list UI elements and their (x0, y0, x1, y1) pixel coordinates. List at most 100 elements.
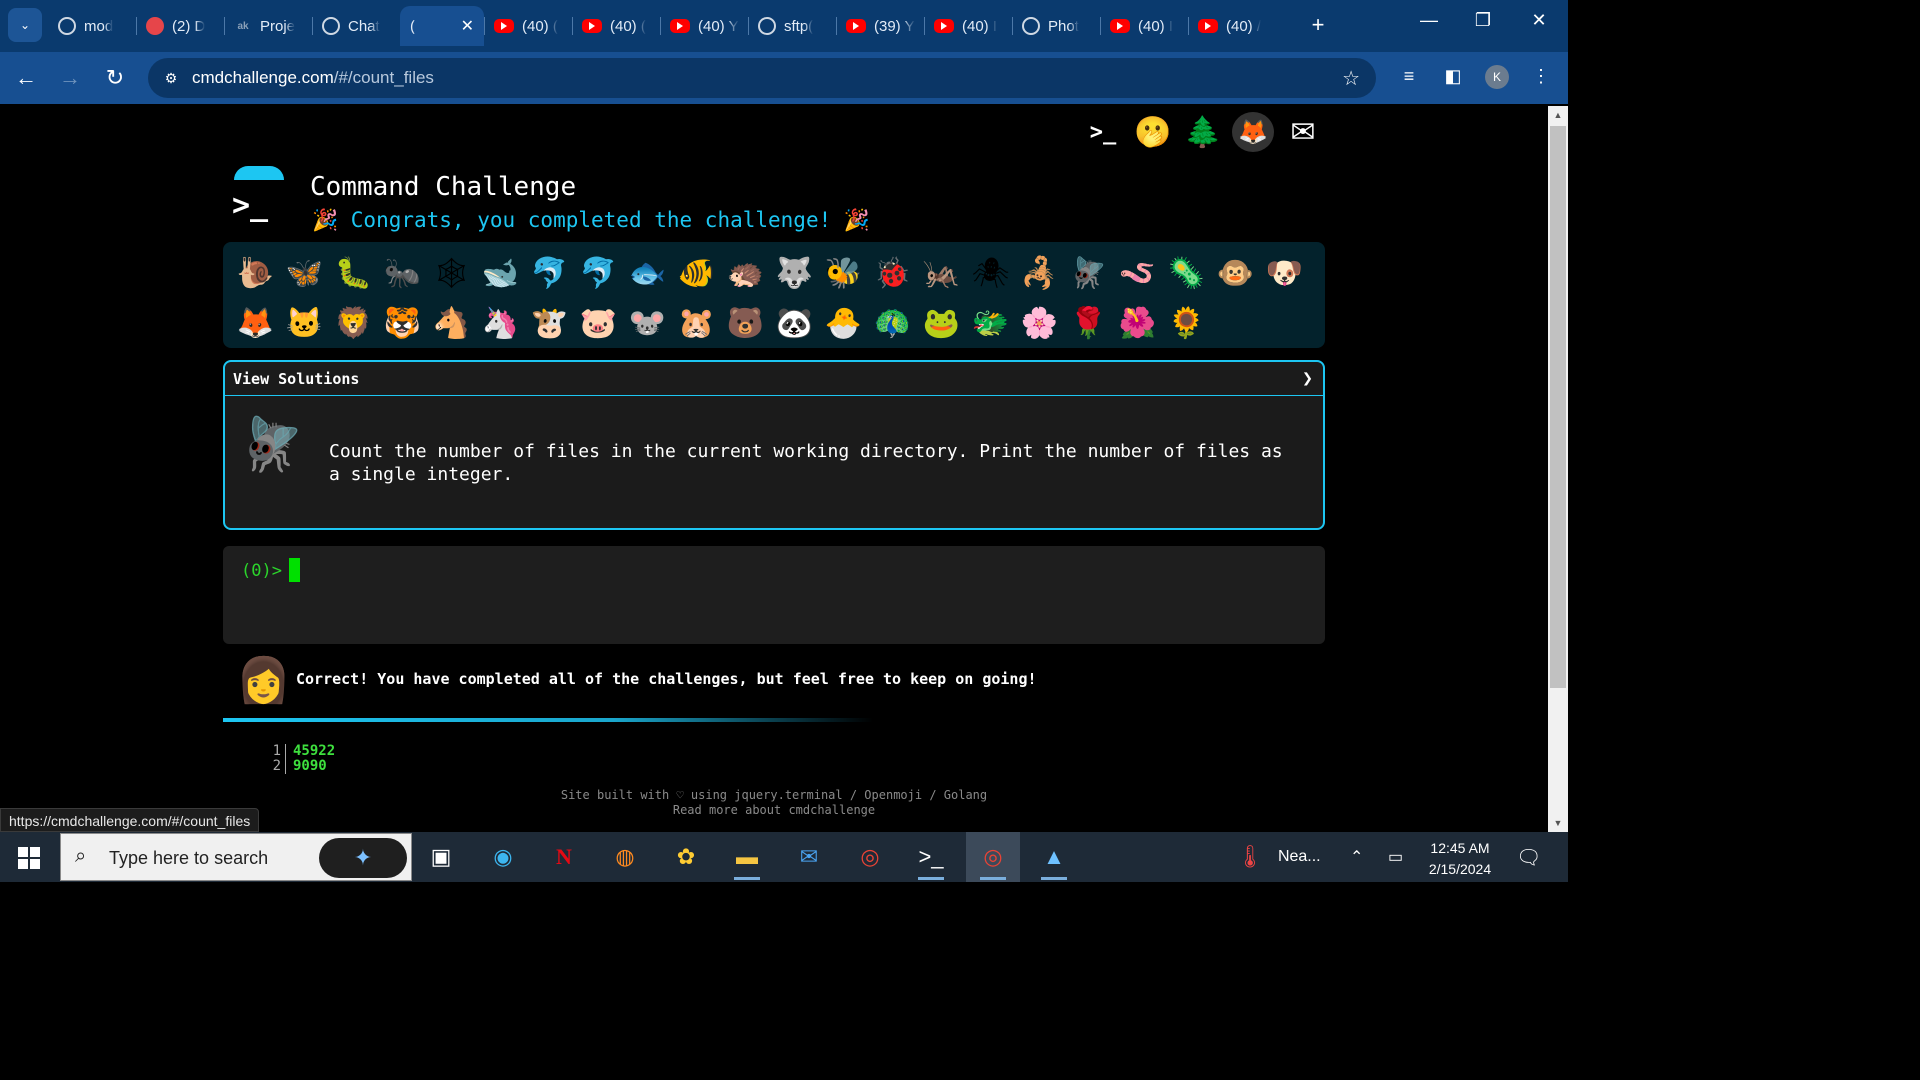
challenge-badge-icon[interactable]: 🐬 (574, 249, 623, 297)
browser-tab[interactable]: (40) Y (660, 6, 748, 46)
challenge-badge-icon[interactable]: 🦚 (868, 299, 917, 347)
task-view-icon[interactable]: ▣ (414, 832, 468, 882)
challenge-badge-icon[interactable]: 🐛 (329, 249, 378, 297)
notifications-icon[interactable]: 🗨 (1516, 832, 1541, 882)
challenge-badge-icon[interactable]: 🦊 (231, 299, 280, 347)
windows-start-icon[interactable] (18, 847, 40, 869)
edge-icon[interactable]: ◉ (476, 832, 530, 882)
firefox-icon[interactable]: ◍ (598, 832, 652, 882)
challenge-badge-icon[interactable]: 🐮 (525, 299, 574, 347)
browser-tab[interactable]: (40) I (1100, 6, 1188, 46)
challenge-badge-icon[interactable]: 🦂 (1015, 249, 1064, 297)
challenge-badge-icon[interactable]: 🐋 (476, 249, 525, 297)
challenge-badge-icon[interactable]: 🪰 (1064, 249, 1113, 297)
shushing-face-icon[interactable]: 🫢 (1132, 112, 1174, 152)
display-icon[interactable]: ▭ (1388, 832, 1403, 882)
challenge-badge-icon[interactable]: 🌹 (1064, 299, 1113, 347)
challenge-badge-icon[interactable]: 🦗 (917, 249, 966, 297)
reload-button[interactable]: ↻ (101, 64, 129, 92)
site-logo[interactable]: >_ (232, 166, 288, 223)
challenge-badge-icon[interactable]: 🦁 (329, 299, 378, 347)
challenge-badge-icon[interactable]: 🌸 (1015, 299, 1064, 347)
forward-button[interactable]: → (56, 64, 84, 92)
challenge-badge-icon[interactable]: 🦄 (476, 299, 525, 347)
browser-tab[interactable]: (2) D (136, 6, 224, 46)
close-tab-icon[interactable]: ✕ (461, 16, 474, 36)
browser-tab[interactable]: sftp( (748, 6, 836, 46)
challenge-badge-icon[interactable]: 🦠 (1162, 249, 1211, 297)
challenge-badge-icon[interactable]: 🌻 (1162, 299, 1211, 347)
profile-avatar[interactable]: K (1485, 65, 1509, 89)
chevron-right-icon[interactable]: ❯ (1302, 368, 1313, 389)
challenge-badge-icon[interactable]: 🐼 (770, 299, 819, 347)
challenge-badge-icon[interactable]: 🐭 (623, 299, 672, 347)
new-tab-button[interactable]: + (1304, 12, 1332, 40)
chrome-profile-icon[interactable]: ◎ (966, 832, 1020, 882)
browser-tab[interactable]: (40) ( (484, 6, 572, 46)
footer-credits[interactable]: Site built with ♡ using jquery.terminal … (0, 788, 1548, 803)
challenge-badge-icon[interactable]: 🪱 (1113, 249, 1162, 297)
site-settings-icon[interactable]: ⚙ (160, 67, 182, 89)
challenge-badge-icon[interactable]: 🐴 (427, 299, 476, 347)
browser-tab[interactable]: >_(✕ (400, 6, 484, 46)
page-scrollbar[interactable]: ▲ ▼ (1548, 106, 1568, 832)
scroll-up-icon[interactable]: ▲ (1548, 110, 1568, 120)
challenge-badge-icon[interactable]: 🐹 (672, 299, 721, 347)
menu-dots-icon[interactable]: ⋮ (1529, 66, 1553, 87)
browser-tab[interactable]: Phot (1012, 6, 1100, 46)
challenge-badge-icon[interactable]: 🐲 (966, 299, 1015, 347)
url-text[interactable]: cmdchallenge.com/#/count_files (192, 68, 434, 88)
browser-tab[interactable]: ak Proje (224, 6, 312, 46)
challenge-badge-icon[interactable]: 🐞 (868, 249, 917, 297)
media-controls-icon[interactable]: ≡ (1397, 66, 1421, 87)
photos-app-icon[interactable]: ▲ (1027, 832, 1081, 882)
restore-button[interactable]: ❐ (1468, 10, 1498, 31)
side-panel-icon[interactable]: ◧ (1441, 66, 1465, 87)
copilot-icon[interactable]: ✦ (319, 838, 407, 878)
mail-icon[interactable]: ✉ (1282, 112, 1324, 152)
browser-tab[interactable]: (39) Y (836, 6, 924, 46)
back-button[interactable]: ← (12, 64, 40, 92)
chrome-icon[interactable]: ◎ (843, 832, 897, 882)
gitlab-icon[interactable]: 🦊 (1232, 112, 1274, 152)
terminal-logo-icon[interactable]: >_ (1082, 112, 1124, 152)
challenge-badge-icon[interactable]: 🐬 (525, 249, 574, 297)
challenge-badge-icon[interactable]: 🐟 (623, 249, 672, 297)
netflix-icon[interactable]: N (537, 832, 591, 882)
terminal[interactable]: (0)> (223, 546, 1325, 644)
challenge-badge-icon[interactable]: 🕸 (427, 249, 476, 297)
tree-icon[interactable]: 🌲 (1182, 112, 1224, 152)
challenge-badge-icon[interactable]: 🐺 (770, 249, 819, 297)
challenge-badge-icon[interactable]: 🌺 (1113, 299, 1162, 347)
challenge-badge-icon[interactable]: 🐝 (819, 249, 868, 297)
browser-tab[interactable]: (40) ( (572, 6, 660, 46)
minimize-button[interactable]: — (1414, 10, 1444, 31)
browser-tab[interactable]: Chat (312, 6, 400, 46)
challenge-badge-icon[interactable]: 🐠 (672, 249, 721, 297)
challenge-badge-icon[interactable]: 🕷 (966, 249, 1015, 297)
terminal-app-icon[interactable]: >_ (904, 832, 958, 882)
file-explorer-icon[interactable]: ▬ (720, 832, 774, 882)
challenge-badge-icon[interactable]: 🐸 (917, 299, 966, 347)
chevron-up-icon[interactable]: ⌃ (1350, 832, 1363, 882)
challenge-badge-icon[interactable]: 🐻 (721, 299, 770, 347)
mail-icon[interactable]: ✉ (782, 832, 836, 882)
challenge-badge-icon[interactable]: 🐷 (574, 299, 623, 347)
challenge-badge-icon[interactable]: 🐵 (1211, 249, 1260, 297)
taskbar-search-box[interactable]: ⌕ Type here to search ✦ (60, 833, 412, 881)
scroll-down-icon[interactable]: ▼ (1548, 818, 1568, 828)
browser-tab[interactable]: mod (48, 6, 136, 46)
view-solutions-header[interactable]: View Solutions ❯ (225, 362, 1323, 396)
taskbar-clock[interactable]: 12:45 AM 2/15/2024 (1420, 838, 1500, 880)
photos-pinwheel-icon[interactable]: ✿ (659, 832, 713, 882)
browser-tab[interactable]: (40) / (1188, 6, 1276, 46)
challenge-badge-icon[interactable]: 🐱 (280, 299, 329, 347)
bookmark-star-icon[interactable]: ☆ (1342, 66, 1360, 91)
challenge-badge-icon[interactable]: 🦔 (721, 249, 770, 297)
challenge-badge-icon[interactable]: 🦋 (280, 249, 329, 297)
tab-search-button[interactable]: ⌄ (8, 8, 42, 42)
challenge-badge-icon[interactable]: 🐌 (231, 249, 280, 297)
challenge-badge-icon[interactable]: 🐯 (378, 299, 427, 347)
challenge-badge-icon[interactable]: 🐶 (1260, 249, 1309, 297)
challenge-badge-icon[interactable]: 🐜 (378, 249, 427, 297)
